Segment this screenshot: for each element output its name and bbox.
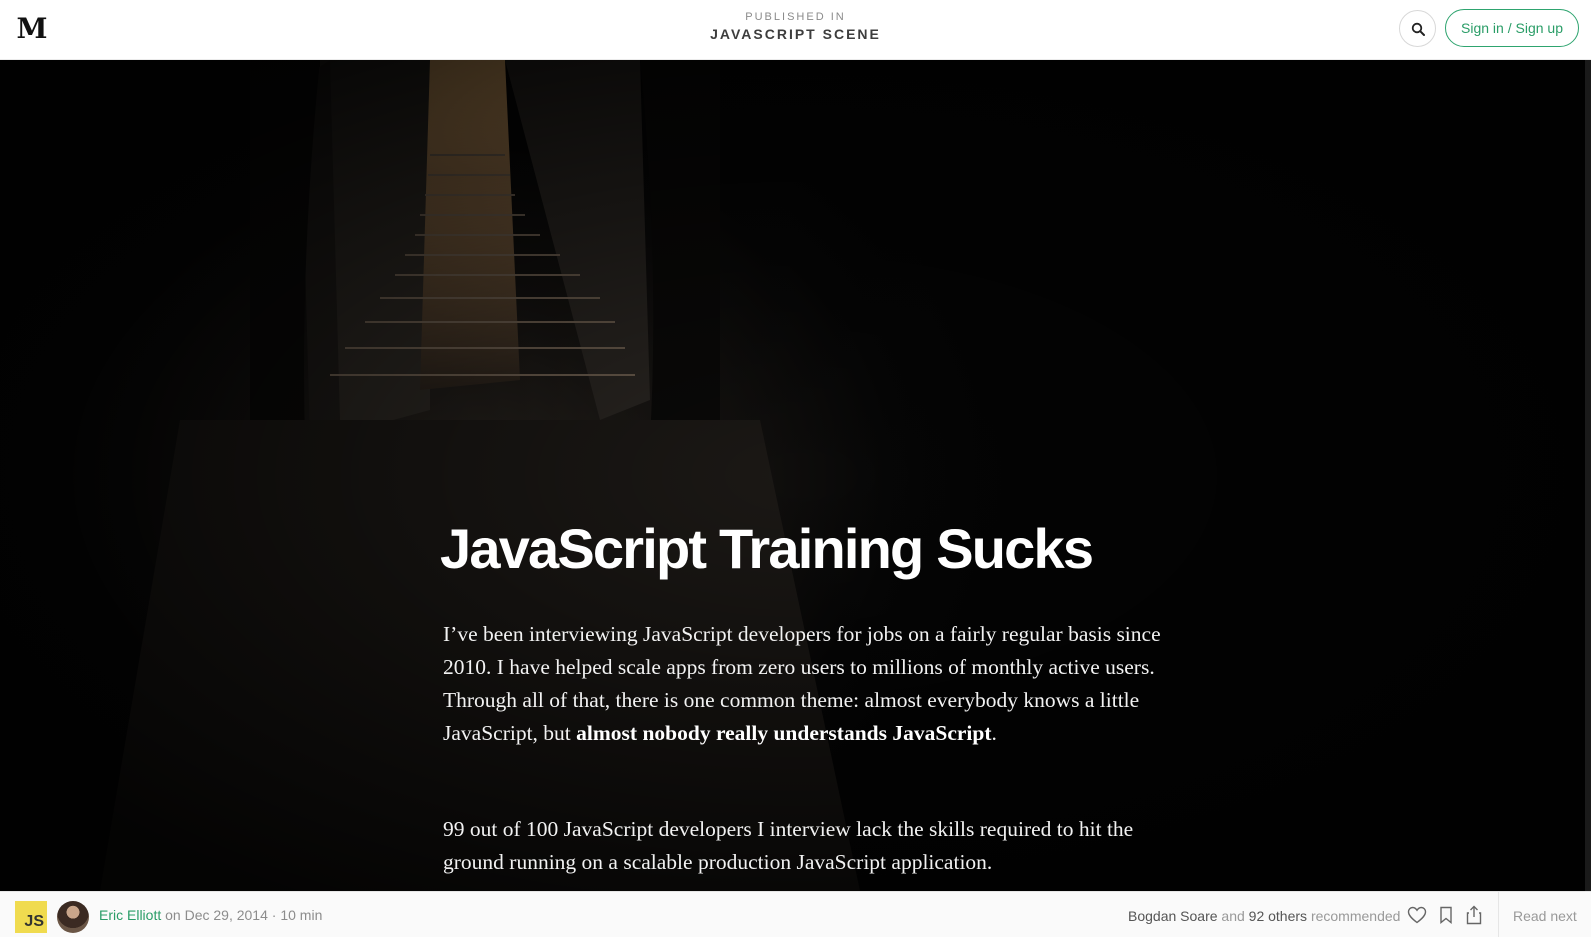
- paragraph-1-emphasis: almost nobody really understands JavaScr…: [576, 721, 992, 745]
- article-paragraph-1: I’ve been interviewing JavaScript develo…: [443, 618, 1163, 750]
- read-time: 10 min: [280, 907, 323, 923]
- scrollbar[interactable]: [1585, 60, 1591, 891]
- bookmark-icon: [1440, 906, 1452, 924]
- action-divider: [1498, 892, 1499, 937]
- search-icon: [1411, 22, 1425, 36]
- bookmark-button[interactable]: [1435, 904, 1457, 926]
- publication-badge[interactable]: JS: [15, 901, 47, 933]
- post-action-bar: JS Eric Elliott on Dec 29, 2014 · 10 min…: [0, 891, 1591, 937]
- published-in-label: PUBLISHED IN: [745, 11, 846, 23]
- signin-signup-button[interactable]: Sign in / Sign up: [1445, 9, 1579, 47]
- recommend-button[interactable]: [1406, 904, 1428, 926]
- recommendations-summary: Bogdan Soare and 92 others recommended: [1128, 908, 1400, 924]
- recommended-word: recommended: [1310, 908, 1401, 924]
- on-word: on: [165, 907, 181, 923]
- share-icon: [1466, 905, 1482, 925]
- top-navigation-bar: M PUBLISHED IN JAVASCRIPT SCENE Sign in …: [0, 0, 1591, 60]
- heart-icon: [1407, 906, 1427, 924]
- read-next-button[interactable]: Read next: [1513, 908, 1577, 924]
- article-paragraph-2: 99 out of 100 JavaScript developers I in…: [443, 817, 1134, 874]
- others-count-link[interactable]: 92 others: [1249, 908, 1307, 924]
- hero-image: JavaScript Training Sucks: [0, 60, 1591, 891]
- author-link[interactable]: Eric Elliott: [99, 907, 161, 923]
- byline: Eric Elliott on Dec 29, 2014 · 10 min: [99, 907, 322, 923]
- author-avatar[interactable]: [57, 901, 89, 933]
- stairway-alley-image: [0, 60, 1591, 891]
- article-title: JavaScript Training Sucks: [440, 517, 1094, 580]
- search-button[interactable]: [1399, 10, 1436, 47]
- byline-separator: ·: [271, 907, 277, 923]
- share-button[interactable]: [1463, 904, 1485, 926]
- post-date: Dec 29, 2014: [184, 907, 268, 923]
- recommender-link[interactable]: Bogdan Soare: [1128, 908, 1218, 924]
- paragraph-1-end: .: [991, 721, 997, 745]
- and-word: and: [1221, 908, 1245, 924]
- publication-name-link[interactable]: JAVASCRIPT SCENE: [710, 26, 881, 42]
- publication-heading: PUBLISHED IN JAVASCRIPT SCENE: [0, 11, 1591, 44]
